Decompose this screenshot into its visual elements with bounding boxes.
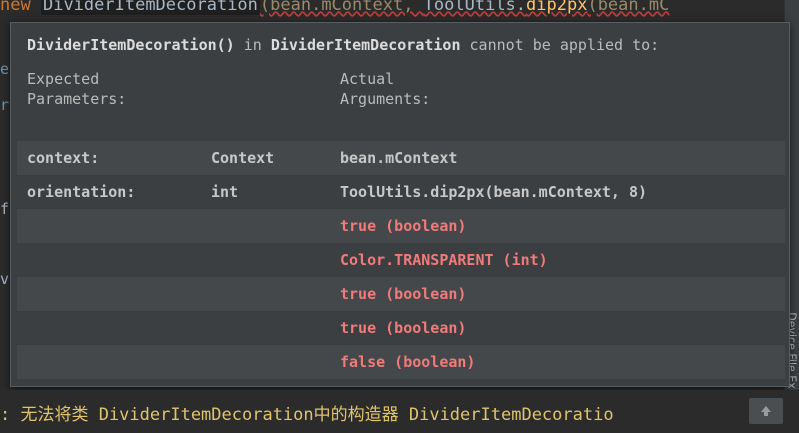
- code-tool-class: ToolUtils.: [423, 0, 527, 15]
- code-arguments: (bean.mContext,: [259, 0, 424, 15]
- build-error-message[interactable]: : 无法将类 DividerItemDecoration中的构造器 Divide…: [0, 400, 614, 425]
- class-name: DividerItemDecoration: [270, 36, 461, 54]
- table-row: true (boolean): [17, 277, 785, 311]
- arrow-up-icon[interactable]: [749, 398, 783, 424]
- title-in: in: [243, 36, 262, 54]
- parameter-table: context: Context bean.mContext orientati…: [17, 141, 785, 379]
- param-type: int: [211, 183, 239, 201]
- param-type: Context: [211, 149, 275, 167]
- code-fragment: f: [0, 200, 10, 218]
- code-fragment: e: [0, 60, 10, 78]
- table-row: Color.TRANSPARENT (int): [17, 243, 785, 277]
- constructor-name: DividerItemDecoration(): [27, 36, 235, 54]
- param-name: context:: [27, 149, 100, 167]
- actual-argument: bean.mContext: [340, 149, 458, 167]
- extra-argument: false (boolean): [340, 353, 476, 371]
- code-fragment: r: [0, 96, 10, 114]
- ide-window: new DividerItemDecoration (bean.mContext,…: [0, 0, 799, 433]
- code-method: dip2px: [526, 0, 588, 15]
- code-class-name[interactable]: DividerItemDecoration: [40, 0, 260, 15]
- extra-argument: true (boolean): [340, 285, 467, 303]
- table-row: false (boolean): [17, 345, 785, 379]
- table-row: true (boolean): [17, 209, 785, 243]
- message-fade: [709, 390, 749, 433]
- code-keyword: new: [0, 0, 31, 15]
- title-suffix: cannot be applied to:: [469, 36, 660, 54]
- param-name: orientation:: [27, 183, 136, 201]
- table-row: true (boolean): [17, 311, 785, 345]
- code-tail: (bean.mC: [587, 0, 670, 15]
- extra-argument: true (boolean): [340, 319, 467, 337]
- editor-code-line: new DividerItemDecoration (bean.mContext,…: [0, 0, 799, 16]
- actual-argument: ToolUtils.dip2px(bean.mContext, 8): [340, 183, 648, 201]
- build-message-bar: : 无法将类 DividerItemDecoration中的构造器 Divide…: [0, 390, 799, 433]
- extra-argument: true (boolean): [340, 217, 467, 235]
- table-row: context: Context bean.mContext: [17, 141, 785, 175]
- table-row: orientation: int ToolUtils.dip2px(bean.m…: [17, 175, 785, 209]
- extra-argument: Color.TRANSPARENT (int): [340, 251, 548, 269]
- actual-arguments-header: Actual Arguments:: [340, 70, 431, 108]
- expected-parameters-header: Expected Parameters:: [27, 70, 127, 108]
- tooltip-title: DividerItemDecoration() in DividerItemDe…: [27, 36, 659, 54]
- code-fragment: v: [0, 270, 10, 288]
- error-tooltip: DividerItemDecoration() in DividerItemDe…: [10, 22, 790, 387]
